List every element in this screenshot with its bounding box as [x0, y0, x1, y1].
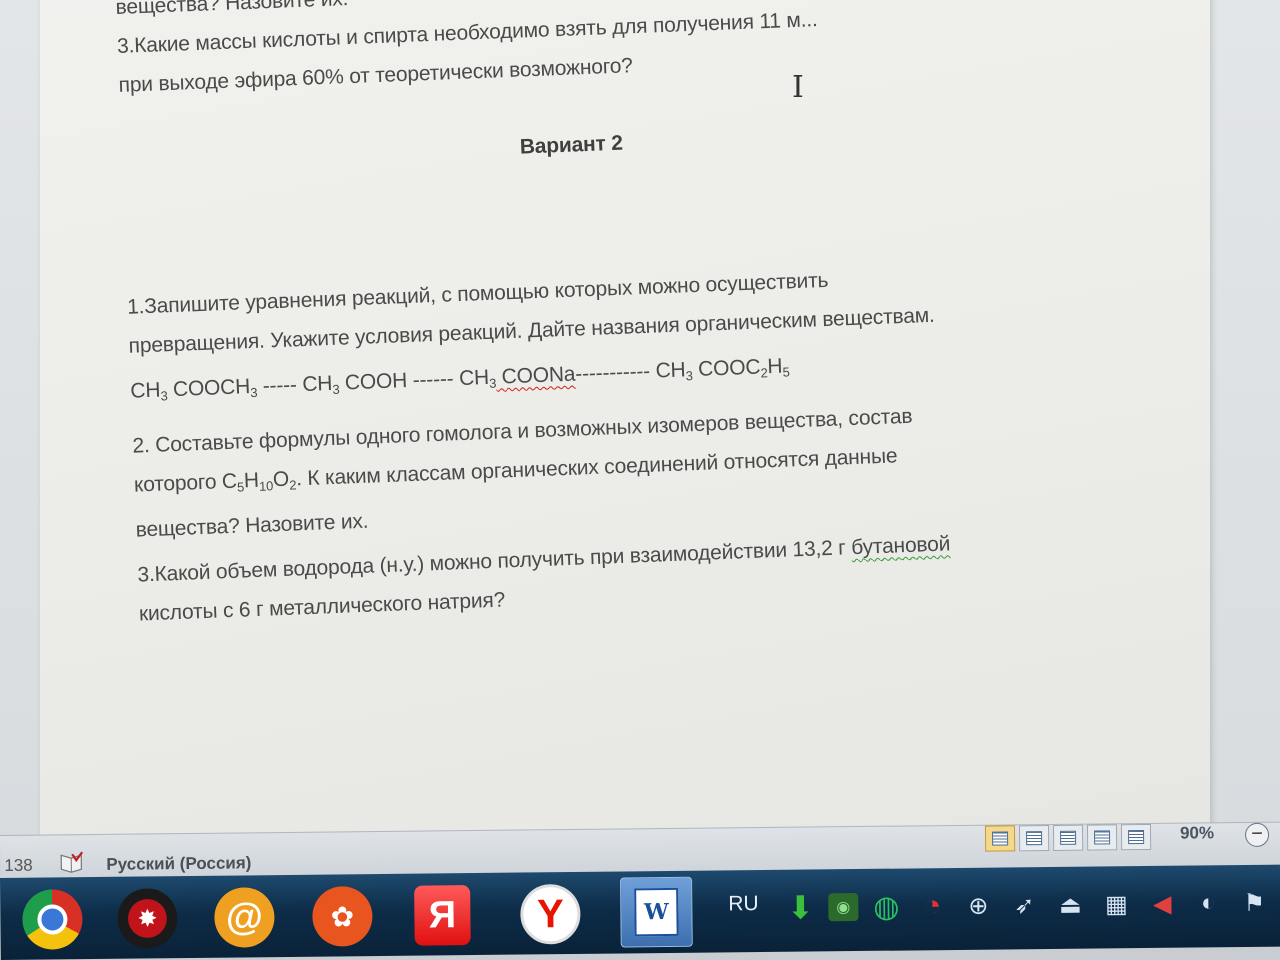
yandex-browser-taskbar-icon[interactable]: Я [414, 885, 471, 946]
volume-icon[interactable]: ◀ [1144, 886, 1180, 922]
variant-heading: Вариант 2 [519, 131, 624, 159]
windows-taskbar: ✸ @ ✿ Я Y W RU ⬇ ◉ ◍ ◔ ⊕ ➶ ⏏ ▦ ◀ ◐ ⚑ [0, 864, 1280, 960]
full-screen-reading-view-button[interactable] [1018, 825, 1050, 852]
chrome-taskbar-icon[interactable] [22, 889, 83, 950]
zoom-out-button[interactable]: − [1244, 822, 1270, 847]
notification-icon[interactable]: ⚑ [1236, 885, 1272, 921]
eject-icon[interactable]: ⏏ [1052, 887, 1088, 923]
media-player-taskbar-icon[interactable]: ✿ [312, 886, 373, 947]
document-area: вещества? Назовите их. 3.Какие массы кис… [0, 0, 1280, 835]
outline-icon [1094, 830, 1111, 845]
language-indicator[interactable]: Русский (Россия) [106, 853, 251, 875]
input-language-indicator[interactable]: RU [728, 892, 759, 916]
draft-icon [1128, 830, 1145, 845]
outline-view-button[interactable] [1086, 824, 1118, 851]
zoom-level[interactable]: 90% [1180, 823, 1214, 843]
word-taskbar-icon[interactable]: W [620, 876, 693, 948]
mail-agent-taskbar-icon[interactable]: @ [214, 887, 275, 948]
page-content[interactable]: вещества? Назовите их. 3.Какие массы кис… [115, 0, 1139, 642]
speaker-icon[interactable]: ◐ [1190, 885, 1226, 921]
web-layout-icon [1060, 830, 1077, 845]
grammar-underline: бутановой [850, 532, 951, 560]
antivirus-taskbar-icon[interactable]: ✸ [117, 888, 178, 949]
spellcheck-underline: COONa [495, 362, 576, 389]
ccleaner-icon[interactable]: ◔ [914, 888, 950, 924]
print-layout-icon [992, 831, 1009, 846]
nvidia-icon[interactable]: ◉ [828, 893, 859, 922]
word-count[interactable]: 138 [4, 856, 33, 876]
spellcheck-book-icon[interactable] [58, 851, 84, 873]
system-tray: ⬇ ◉ ◍ ◔ ⊕ ➶ ⏏ ▦ ◀ ◐ ⚑ [782, 885, 1272, 926]
web-layout-view-button[interactable] [1052, 824, 1084, 851]
document-page[interactable]: вещества? Назовите их. 3.Какие массы кис… [40, 0, 1210, 835]
network-icon[interactable]: ▦ [1098, 886, 1134, 922]
text-cursor-icon: I [792, 70, 804, 105]
tray-arrow-icon[interactable]: ➶ [1006, 887, 1042, 923]
green-app-icon[interactable]: ◍ [868, 889, 904, 925]
word-doc-icon: W [634, 887, 679, 937]
reading-view-icon [1026, 831, 1043, 846]
print-layout-view-button[interactable] [984, 825, 1016, 852]
update-icon[interactable]: ⊕ [960, 888, 996, 924]
yandex-taskbar-icon[interactable]: Y [520, 883, 581, 945]
download-arrow-icon[interactable]: ⬇ [782, 889, 818, 925]
view-buttons [984, 823, 1152, 854]
draft-view-button[interactable] [1120, 823, 1152, 851]
